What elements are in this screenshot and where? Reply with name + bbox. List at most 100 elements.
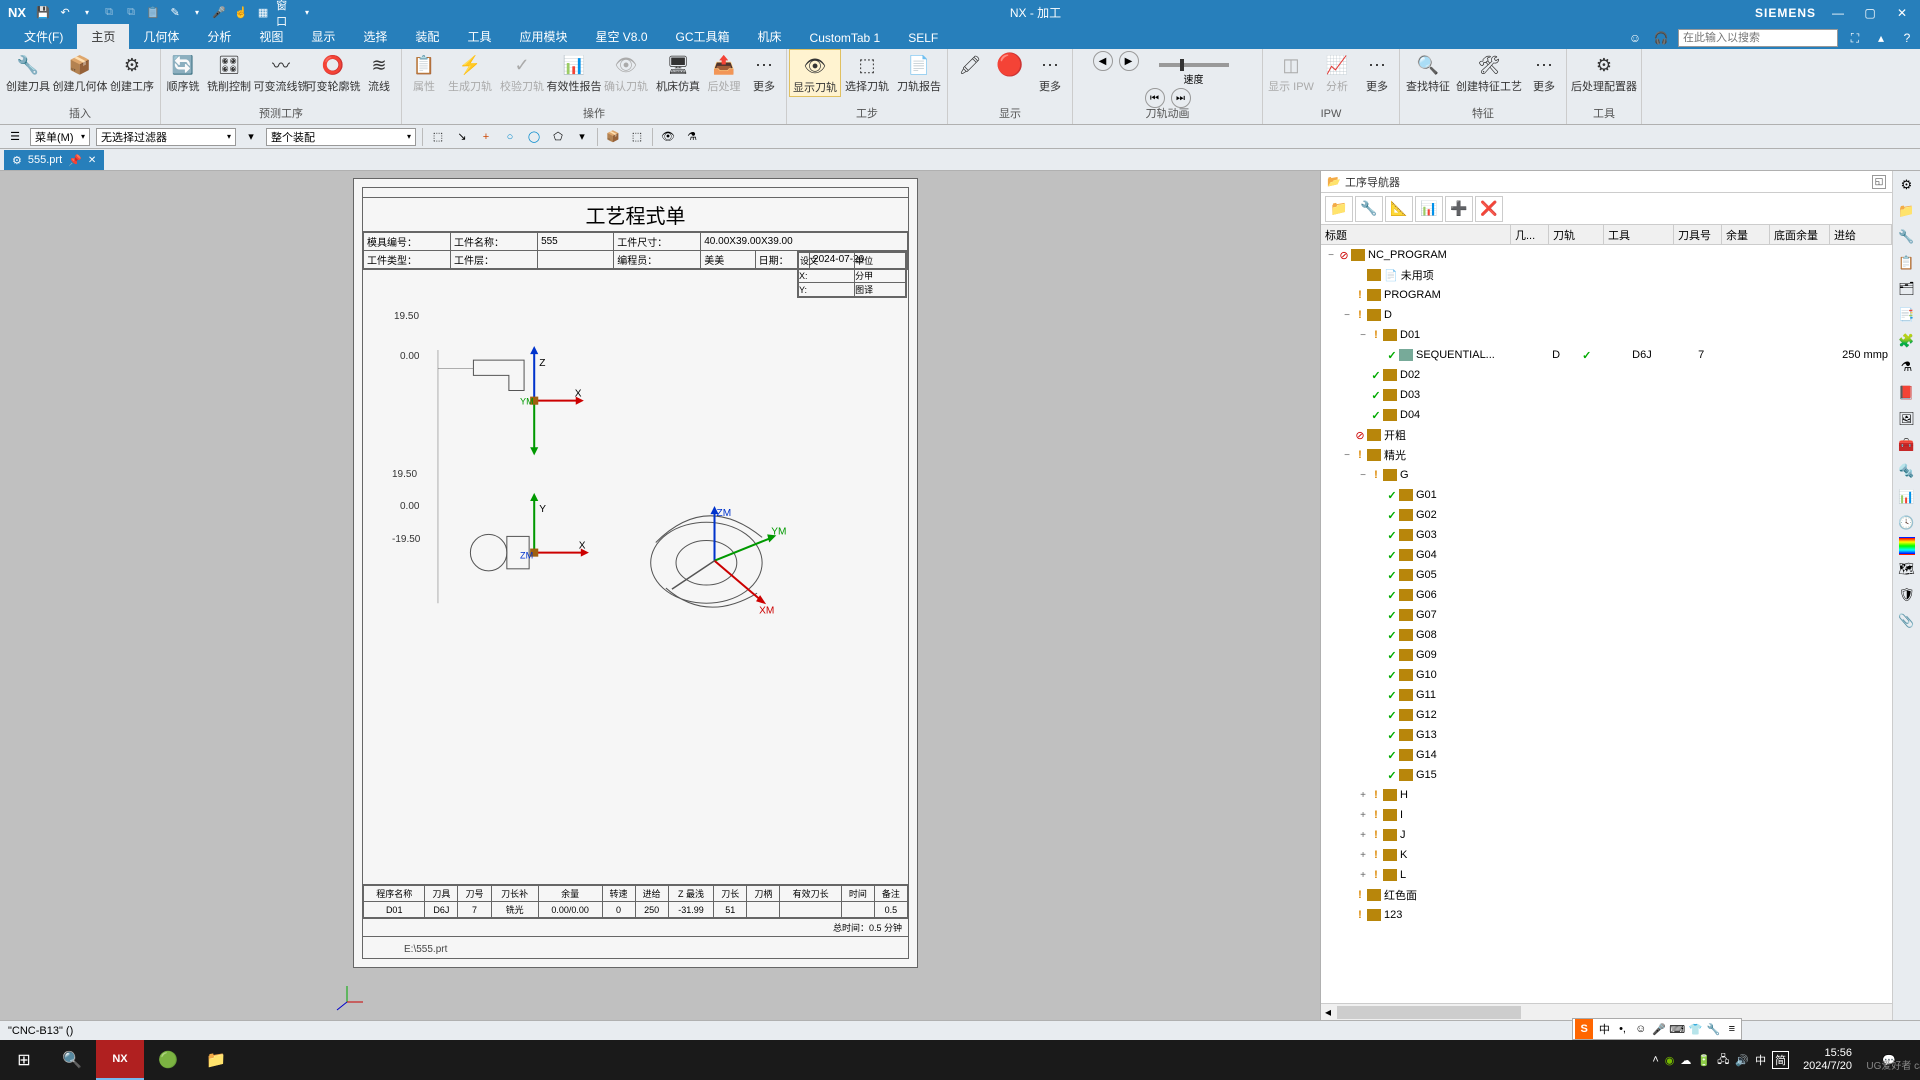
col-path[interactable]: 刀轨 xyxy=(1549,225,1604,244)
ime-mic[interactable]: 🎤 xyxy=(1650,1023,1668,1036)
tree-row[interactable]: ✓G05 xyxy=(1321,565,1892,585)
rb-6[interactable]: 🧩 xyxy=(1895,329,1919,353)
tab-xingkong[interactable]: 星空 V8.0 xyxy=(581,24,661,49)
col-title[interactable]: 标题 xyxy=(1321,225,1511,244)
streamline-button[interactable]: ≋流线 xyxy=(359,49,399,95)
tab-select[interactable]: 选择 xyxy=(349,24,401,49)
mic-icon[interactable]: 🎤 xyxy=(210,4,228,22)
create-operation-button[interactable]: ⚙创建工序 xyxy=(106,49,158,95)
rb-10[interactable]: 🧰 xyxy=(1895,433,1919,457)
tab-assembly[interactable]: 装配 xyxy=(401,24,453,49)
rb-2[interactable]: 🔧 xyxy=(1895,225,1919,249)
tree-row[interactable]: −!G xyxy=(1321,465,1892,485)
ime-skin[interactable]: 👕 xyxy=(1686,1023,1704,1036)
rb-14[interactable] xyxy=(1899,537,1915,555)
tree-row[interactable]: ✓G07 xyxy=(1321,605,1892,625)
tray-ime2-icon[interactable]: 简 xyxy=(1772,1051,1789,1069)
search-input[interactable] xyxy=(1678,29,1838,47)
tree-row[interactable]: +!H xyxy=(1321,785,1892,805)
anim-prev-button[interactable]: ◀ xyxy=(1093,51,1113,71)
var-flow-button[interactable]: 〰可变流线铣 xyxy=(255,49,307,95)
nav-tool-5[interactable]: ➕ xyxy=(1445,196,1473,222)
validity-report-button[interactable]: 📊有效性报告 xyxy=(548,49,600,95)
tree-row[interactable]: ✓G08 xyxy=(1321,625,1892,645)
select-toolpath-button[interactable]: ⬚选择刀轨 xyxy=(841,49,893,95)
rb-9[interactable]: 🖼 xyxy=(1895,407,1919,431)
col-feed[interactable]: 进给 xyxy=(1830,225,1892,244)
document-tab[interactable]: ⚙ 555.prt 📌 ✕ xyxy=(4,150,104,170)
nav-tool-3[interactable]: 📐 xyxy=(1385,196,1413,222)
tree-row[interactable]: !红色面 xyxy=(1321,885,1892,905)
paste-icon[interactable]: 📋 xyxy=(144,4,162,22)
nav-tool-2[interactable]: 🔧 xyxy=(1355,196,1383,222)
fullscreen-icon[interactable]: ⛶ xyxy=(1846,29,1864,47)
tab-tools[interactable]: 工具 xyxy=(453,24,505,49)
tree-row[interactable]: +!L xyxy=(1321,865,1892,885)
tree-row[interactable]: +!I xyxy=(1321,805,1892,825)
tab-custom1[interactable]: CustomTab 1 xyxy=(796,27,895,49)
sogou-icon[interactable]: S xyxy=(1575,1019,1593,1039)
speed-slider[interactable]: 速度 xyxy=(1145,51,1243,86)
touch-icon[interactable]: ☝ xyxy=(232,4,250,22)
tab-geometry[interactable]: 几何体 xyxy=(129,24,193,49)
close-tab-icon[interactable]: ✕ xyxy=(88,155,96,166)
op-more-button[interactable]: ⋯更多 xyxy=(744,49,784,95)
anim-play-button[interactable]: ▶ xyxy=(1119,51,1139,71)
tree-row[interactable]: !123 xyxy=(1321,905,1892,925)
tray-up-icon[interactable]: ˄ xyxy=(1652,1054,1658,1066)
tab-home[interactable]: 主页 xyxy=(77,24,129,49)
rb-12[interactable]: 📊 xyxy=(1895,485,1919,509)
tree-row[interactable]: ✓D03 xyxy=(1321,385,1892,405)
sel-icon-7[interactable]: ▾ xyxy=(573,128,591,146)
nav-tool-1[interactable]: 📁 xyxy=(1325,196,1353,222)
tree-row[interactable]: ✓G10 xyxy=(1321,665,1892,685)
nav-tool-4[interactable]: 📊 xyxy=(1415,196,1443,222)
smiley-icon[interactable]: ☺ xyxy=(1626,29,1644,47)
col-geo[interactable]: 几... xyxy=(1511,225,1549,244)
filter-dropdown-icon[interactable]: ▾ xyxy=(242,128,260,146)
rb-settings-icon[interactable]: ⚙ xyxy=(1895,173,1919,197)
sel-icon-4[interactable]: ○ xyxy=(501,128,519,146)
postprocessor-config-button[interactable]: ⚙后处理配置器 xyxy=(1569,49,1639,95)
tree-row[interactable]: +!K xyxy=(1321,845,1892,865)
start-button[interactable]: ⊞ xyxy=(0,1040,48,1080)
tray-cloud-icon[interactable]: ☁ xyxy=(1680,1054,1691,1067)
ime-kb[interactable]: ⌨ xyxy=(1668,1023,1686,1036)
tree-row[interactable]: 📄 未用项 xyxy=(1321,265,1892,285)
tray-vol-icon[interactable]: 🔊 xyxy=(1735,1054,1749,1067)
tree-row[interactable]: ✓SEQUENTIAL...D✓D6J7250 mmp xyxy=(1321,345,1892,365)
pin-icon[interactable]: 📌 xyxy=(68,154,82,167)
sel-icon-9[interactable]: ⬚ xyxy=(628,128,646,146)
tab-gctoolbox[interactable]: GC工具箱 xyxy=(662,24,744,49)
tree-row[interactable]: −!D01 xyxy=(1321,325,1892,345)
undo-icon[interactable]: ↶ xyxy=(56,4,74,22)
tree-row[interactable]: ✓D04 xyxy=(1321,405,1892,425)
taskbar-clock[interactable]: 15:56 2024/7/20UG爱好者 caoxuan xyxy=(1803,1047,1860,1073)
sel-icon-2[interactable]: ↘ xyxy=(453,128,471,146)
ime-tool[interactable]: 🔧 xyxy=(1705,1023,1723,1036)
tree-row[interactable]: ✓G02 xyxy=(1321,505,1892,525)
nx-task-button[interactable]: NX xyxy=(96,1040,144,1080)
tree-row[interactable]: ✓G13 xyxy=(1321,725,1892,745)
tree-row[interactable]: +!J xyxy=(1321,825,1892,845)
save-icon[interactable]: 💾 xyxy=(34,4,52,22)
tree-row[interactable]: ✓G09 xyxy=(1321,645,1892,665)
ime-emoji[interactable]: ☺ xyxy=(1632,1023,1650,1035)
ipw-more-button[interactable]: ⋯更多 xyxy=(1357,49,1397,95)
rb-1[interactable]: 📁 xyxy=(1895,199,1919,223)
display-more-button[interactable]: ⋯更多 xyxy=(1030,49,1070,95)
tree-row[interactable]: !PROGRAM xyxy=(1321,285,1892,305)
tree-row[interactable]: ✓G11 xyxy=(1321,685,1892,705)
sel-icon-5[interactable]: ◯ xyxy=(525,128,543,146)
tree-row[interactable]: −!精光 xyxy=(1321,445,1892,465)
minimize-button[interactable]: — xyxy=(1828,5,1848,21)
tree-row[interactable]: ✓G06 xyxy=(1321,585,1892,605)
tab-analysis[interactable]: 分析 xyxy=(193,24,245,49)
tab-machine[interactable]: 机床 xyxy=(744,24,796,49)
dropdown-icon[interactable]: ▾ xyxy=(78,4,96,22)
maximize-button[interactable]: ▢ xyxy=(1860,5,1880,21)
sel-icon-6[interactable]: ⬠ xyxy=(549,128,567,146)
layout-icon[interactable]: ▦ xyxy=(254,4,272,22)
tray-net-icon[interactable]: 🖧 xyxy=(1717,1051,1729,1070)
var-contour-button[interactable]: ⭕可变轮廓铣 xyxy=(307,49,359,95)
